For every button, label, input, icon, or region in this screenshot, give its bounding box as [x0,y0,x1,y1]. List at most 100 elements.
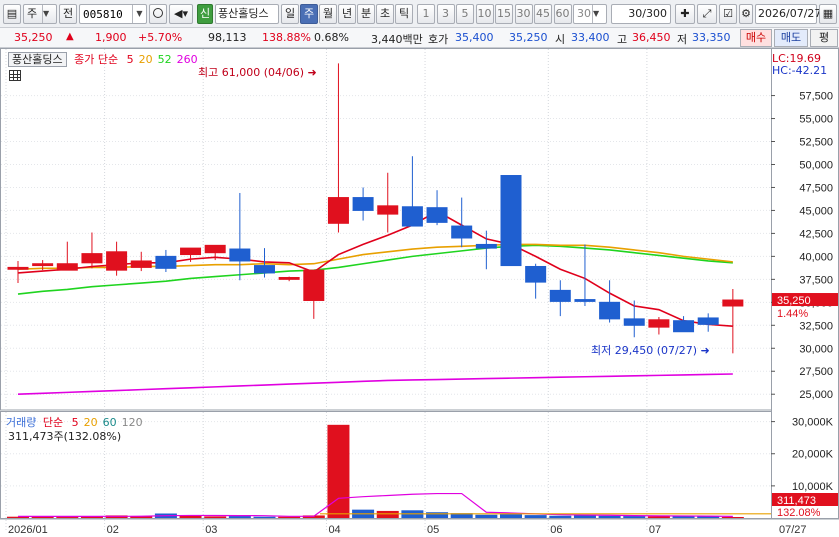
candle-body [599,301,621,320]
chevron-down-icon: ▼ [42,5,56,23]
turnover-rate: 0.68% [314,31,349,44]
price-change: 1,900 [95,31,127,44]
type-select[interactable]: 주 ▼ [23,4,57,24]
interval-select[interactable]: 30 ▼ [573,4,607,24]
interval-button-45[interactable]: 45 [534,4,552,24]
candle-body [352,197,374,211]
volume-bar [475,514,498,518]
ma-legend-item[interactable]: 5 [127,53,134,66]
stock-name-field: 풍산홀딩스 [215,4,279,24]
candle-body [32,263,54,267]
chart-svg[interactable]: 57,500 55,000 52,500 50,000 47,500 45,000 42,5… [0,48,839,537]
eval-button[interactable]: 평 [810,29,838,47]
grid-icon[interactable] [9,70,21,81]
date-field[interactable]: 2026/07/27 [755,4,821,24]
interval-button-1[interactable]: 1 [417,4,435,24]
interval-button-10[interactable]: 10 [475,4,494,24]
ask-label: 호가 [428,33,449,46]
tab-period-6[interactable]: 틱 [395,4,413,24]
volume-bar [253,516,276,518]
interval-button-5[interactable]: 5 [456,4,474,24]
price-legend: 풍산홀딩스 종가 단순 5 20 52 260 [8,51,198,67]
calendar-icon[interactable]: ▦ [819,4,837,24]
candle-body [401,206,423,227]
ma-legend-item[interactable]: 20 [139,53,153,66]
window-menu-icon[interactable]: ▤ [3,4,21,24]
count-total: /300 [642,7,667,20]
price-tick-label: 42,500 [799,228,833,240]
tab-period-5[interactable]: 초 [376,4,394,24]
speaker-icon[interactable]: ◀▾ [169,4,193,24]
price-tick-label: 57,500 [799,91,833,103]
tab-period-4[interactable]: 분 [357,4,375,24]
low-price: 33,350 [692,31,731,44]
candle-body [7,266,29,270]
price-tick-label: 37,500 [799,274,833,286]
ma-legend-item[interactable]: 260 [177,53,198,66]
price-panel-title[interactable]: 풍산홀딩스 [8,52,67,67]
volume-ratio: 138.88% [262,31,311,44]
volume-tick-label: 30,000K [792,417,834,429]
volume-bar [598,515,621,518]
volume-bar [228,516,251,518]
stock-code-input[interactable]: ▼ [79,4,147,24]
candle-body [722,299,744,307]
interval-button-15[interactable]: 15 [495,4,513,24]
tab-period-0[interactable]: 일 [281,4,299,24]
interval-button-3[interactable]: 3 [436,4,455,24]
high-price: 36,450 [632,31,671,44]
chevron-down-icon: ▼ [592,5,606,23]
tab-period-1[interactable]: 주 [300,4,318,24]
count-field[interactable]: 30/300 [611,4,671,24]
price-indicator-label[interactable]: 종가 단순 [74,53,118,66]
candle-body [500,175,522,267]
up-arrow-icon: ▲ [66,31,74,42]
last-volume-label: 311,473 [777,495,816,507]
sell-button[interactable]: 매도 [774,29,808,47]
price-tick-label: 40,000 [799,251,833,263]
candle-body [229,248,251,262]
search-icon[interactable] [149,4,167,24]
ma-legend-item[interactable]: 52 [158,53,172,66]
interval-button-60[interactable]: 60 [553,4,572,24]
candle-body [204,244,226,254]
candle-body [475,243,497,249]
line-tool-icon[interactable]: ⤢ [697,4,717,24]
open-label: 시 [555,33,566,46]
volume-bar [500,514,522,518]
volume-current: 311,473주(132.08%) [8,430,122,443]
candle-body [254,265,275,274]
low-note-text: 최저 29,450 (07/27) [591,344,698,357]
right-arrow-icon: ➜ [307,66,317,79]
price-tick-label: 32,500 [799,320,833,332]
volume-bar [573,515,596,518]
bid-price: 35,250 [509,31,548,44]
interval-button-30[interactable]: 30 [514,4,533,24]
last-volume-pct: 132.08% [777,507,821,519]
volume-bar [623,516,646,518]
price-tick-label: 47,500 [799,182,833,194]
right-arrow-icon: ➜ [700,344,710,357]
buy-button[interactable]: 매수 [740,29,772,47]
candle-body [623,318,645,326]
high-note-text: 최고 61,000 (04/06) [198,66,305,79]
prev-button[interactable]: 전 [59,4,77,24]
chart-area: 57,500 55,000 52,500 50,000 47,500 45,000 42,5… [0,48,839,537]
volume-bar [426,512,449,518]
chevron-down-icon: ▼ [132,5,146,23]
gear-icon[interactable]: ⚙ [739,4,753,24]
volume-bar [204,516,227,518]
check-icon[interactable]: ☑ [719,4,737,24]
tab-period-3[interactable]: 년 [338,4,356,24]
last-price-label: 35,250 [777,295,811,307]
x-axis-label: 04 [328,524,340,536]
volume-ma-legend-item[interactable]: 120 [122,416,143,429]
interval-value: 30 [577,7,591,20]
tab-period-2[interactable]: 월 [319,4,337,24]
crosshair-icon[interactable]: ✚ [675,4,695,24]
last-price-pct: 1.44% [777,308,808,320]
new-badge[interactable]: 신 [197,4,213,24]
x-axis-label: 05 [427,524,439,536]
trade-amount: 3,440백만 [371,33,423,46]
hc-label: HC:-42.21 [772,64,828,77]
